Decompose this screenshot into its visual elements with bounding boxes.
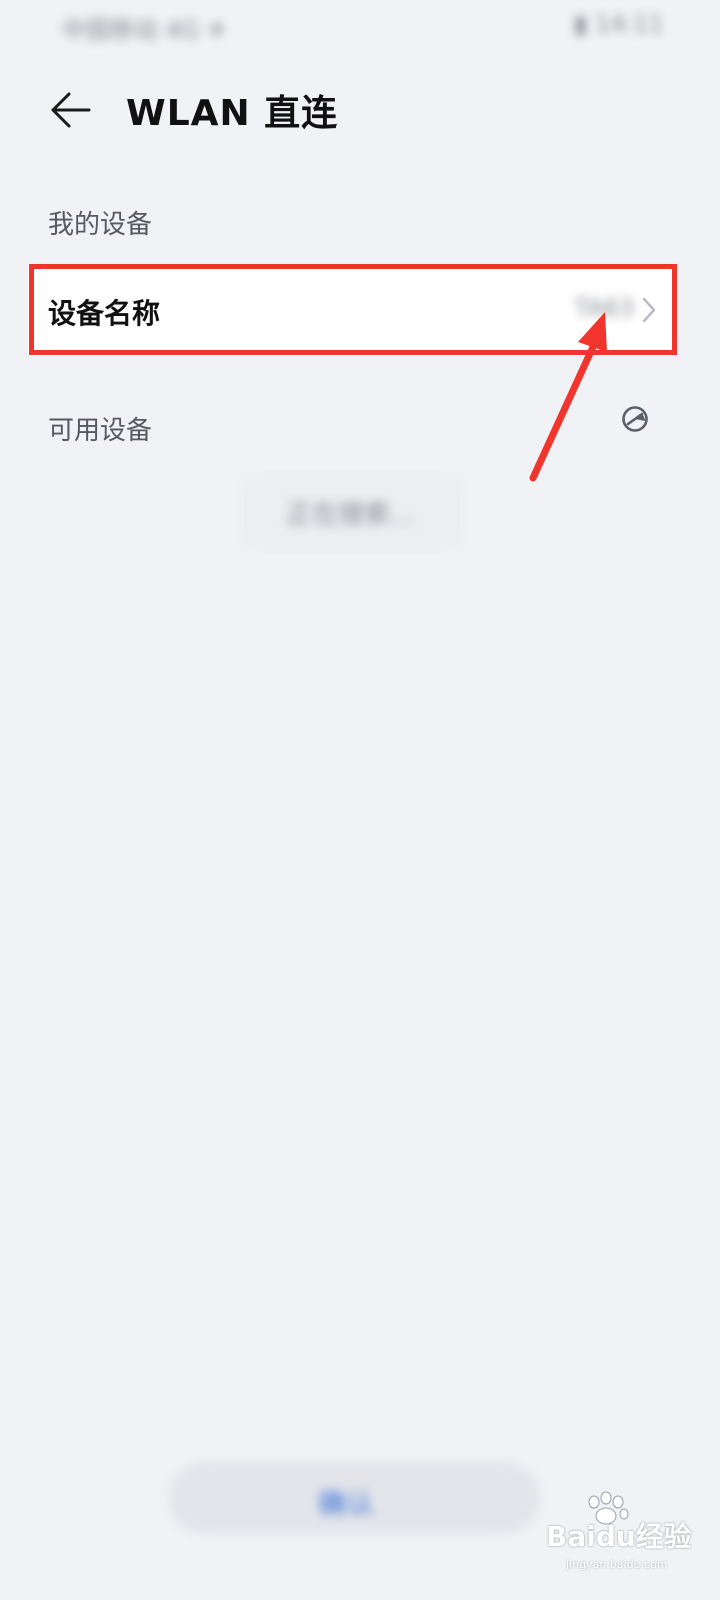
refresh-scan-icon[interactable] [620,404,650,434]
page-title: WLAN 直连 [126,93,339,134]
section-label-my-device: 我的设备 [48,210,153,240]
device-name-row[interactable]: 设备名称 TA63 [28,264,678,356]
carrier-text: 中国移动 4G ✈ [62,16,228,44]
chevron-right-icon [642,297,656,323]
watermark-text: Baidu经验 [546,1520,692,1553]
device-name-label: 设备名称 [48,297,161,330]
status-bar: 中国移动 4G ✈ ▮ 14:11 [0,0,720,56]
device-name-value: TA63 [574,294,634,322]
app-bar: WLAN 直连 [0,60,720,160]
confirm-button-label: 确认 [318,1487,375,1520]
searching-text: 正在搜索... [286,500,415,530]
arrow-left-icon [51,92,91,128]
back-button[interactable] [42,82,98,138]
watermark-subtext: jingyan.baidu.com [566,1558,668,1571]
battery-time-text: ▮ 14:11 [574,10,664,38]
section-label-available-devices: 可用设备 [48,416,153,446]
